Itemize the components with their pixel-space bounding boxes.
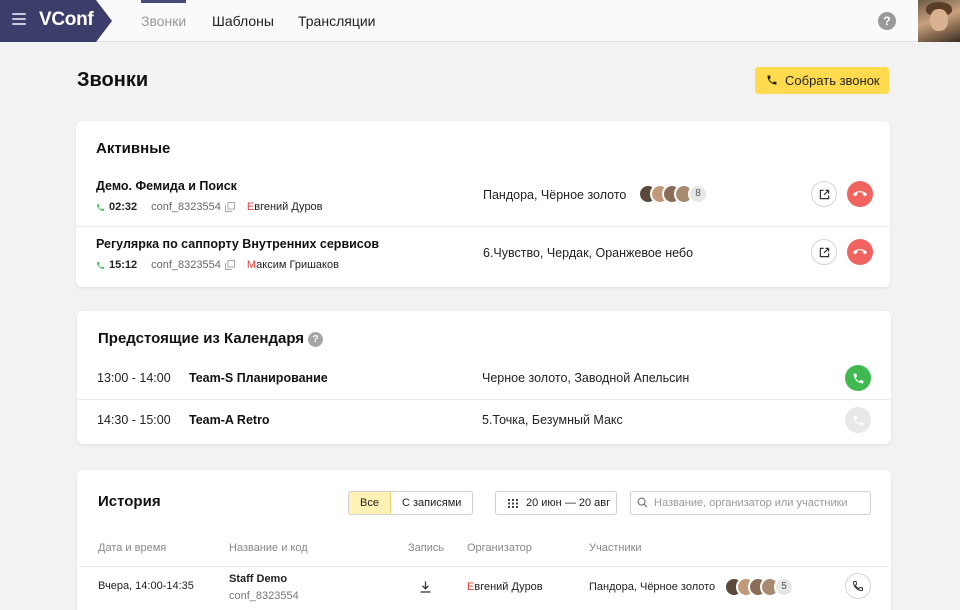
row-divider: [77, 399, 891, 400]
event-time: 14:30 - 15:00: [97, 413, 171, 427]
date-range-label: 20 июн — 20 авг: [526, 497, 611, 509]
app-logo[interactable]: VConf: [39, 9, 94, 31]
create-call-label: Собрать звонок: [785, 73, 880, 88]
hang-up-icon: [853, 191, 867, 197]
help-icon[interactable]: ?: [878, 12, 896, 30]
organizer-rest: вгений Дуров: [474, 581, 543, 593]
create-call-button[interactable]: Собрать звонок: [755, 67, 889, 94]
participants-count: 8: [688, 184, 708, 204]
upcoming-card: Предстоящие из Календаря ? 13:00 - 14:00…: [77, 311, 891, 444]
conference-code: conf_8323554: [151, 259, 221, 271]
menu-icon[interactable]: [12, 13, 26, 27]
column-organizer: Организатор: [467, 542, 532, 554]
call-duration: 02:32: [109, 201, 138, 213]
call-again-button[interactable]: [845, 573, 871, 599]
phone-icon: [97, 203, 104, 211]
hang-up-button[interactable]: [847, 181, 873, 207]
organizer-name[interactable]: Евгений Дуров: [247, 201, 323, 213]
history-datetime: Вчера, 14:00-14:35: [98, 580, 194, 592]
open-call-button[interactable]: [811, 239, 837, 265]
history-filter: Все С записями: [348, 491, 474, 515]
history-call-code: conf_8323554: [229, 590, 299, 602]
history-rooms: Пандора, Чёрное золото: [589, 581, 716, 593]
active-calls-title: Активные: [96, 140, 171, 157]
column-name: Название и код: [229, 542, 308, 554]
event-name[interactable]: Team-A Retro: [189, 413, 270, 427]
history-search-input[interactable]: [630, 491, 871, 515]
external-link-icon: [819, 189, 829, 199]
organizer-rest: вгений Дуров: [254, 201, 323, 213]
open-call-button[interactable]: [811, 181, 837, 207]
brand-area: VConf: [0, 0, 112, 42]
external-link-icon: [819, 247, 829, 257]
active-call-meta: 02:32 conf_8323554 Евгений Дуров: [96, 201, 323, 213]
tab-templates[interactable]: Шаблоны: [212, 0, 274, 42]
active-call-name[interactable]: Демо. Фемида и Поиск: [96, 179, 237, 193]
phone-icon: [767, 75, 777, 85]
call-rooms: Пандора, Чёрное золото: [483, 188, 627, 202]
column-record: Запись: [408, 542, 445, 554]
column-datetime: Дата и время: [98, 542, 167, 554]
event-time: 13:00 - 14:00: [97, 371, 171, 385]
copy-icon[interactable]: [224, 202, 235, 212]
calendar-icon: [508, 499, 518, 508]
top-bar: VConf Звонки Шаблоны Трансляции ?: [0, 0, 960, 42]
join-call-button-disabled: [845, 407, 871, 433]
upcoming-title: Предстоящие из Календаря: [98, 330, 305, 347]
phone-icon: [853, 373, 863, 383]
history-title: История: [98, 493, 161, 510]
participants-count: 5: [774, 577, 794, 597]
copy-icon[interactable]: [224, 260, 235, 270]
join-call-button[interactable]: [845, 365, 871, 391]
hang-up-icon: [853, 249, 867, 255]
row-divider: [76, 226, 890, 227]
help-icon[interactable]: ?: [308, 332, 323, 347]
history-organizer[interactable]: Евгений Дуров: [467, 581, 543, 593]
user-avatar[interactable]: [918, 0, 960, 42]
phone-icon: [97, 261, 104, 269]
phone-icon: [852, 581, 863, 592]
participants-avatars[interactable]: 5: [724, 577, 794, 599]
tab-broadcasts[interactable]: Трансляции: [298, 0, 375, 42]
download-icon[interactable]: [420, 581, 431, 593]
call-rooms: 6.Чувство, Чердак, Оранжевое небо: [483, 246, 694, 260]
call-duration: 15:12: [109, 259, 138, 271]
history-call-name[interactable]: Staff Demo: [229, 573, 287, 585]
row-divider: [77, 566, 891, 567]
event-rooms: Черное золото, Заводной Апельсин: [482, 371, 690, 385]
active-call-meta: 15:12 conf_8323554 Максим Гришаков: [96, 259, 339, 271]
active-calls-card: Активные Демо. Фемида и Поиск 02:32 conf…: [76, 121, 890, 287]
filter-recorded[interactable]: С записями: [391, 492, 472, 514]
tab-calls[interactable]: Звонки: [141, 0, 187, 42]
filter-all[interactable]: Все: [349, 492, 391, 514]
event-name[interactable]: Team-S Планирование: [189, 371, 328, 385]
organizer-name[interactable]: Максим Гришаков: [247, 259, 339, 271]
organizer-rest: аксим Гришаков: [256, 259, 339, 271]
event-rooms: 5.Точка, Безумный Макс: [482, 413, 623, 427]
organizer-initial: М: [246, 259, 257, 271]
conference-code: conf_8323554: [151, 201, 221, 213]
active-call-name[interactable]: Регулярка по саппорту Внутренних сервисо…: [96, 237, 379, 251]
participants-avatars[interactable]: 8: [638, 184, 708, 206]
search-icon: [637, 497, 648, 508]
date-range-button[interactable]: 20 июн — 20 авг: [495, 491, 617, 515]
phone-icon: [853, 415, 863, 425]
hang-up-button[interactable]: [847, 239, 873, 265]
column-participants: Участники: [589, 542, 642, 554]
page-title: Звонки: [77, 69, 149, 91]
